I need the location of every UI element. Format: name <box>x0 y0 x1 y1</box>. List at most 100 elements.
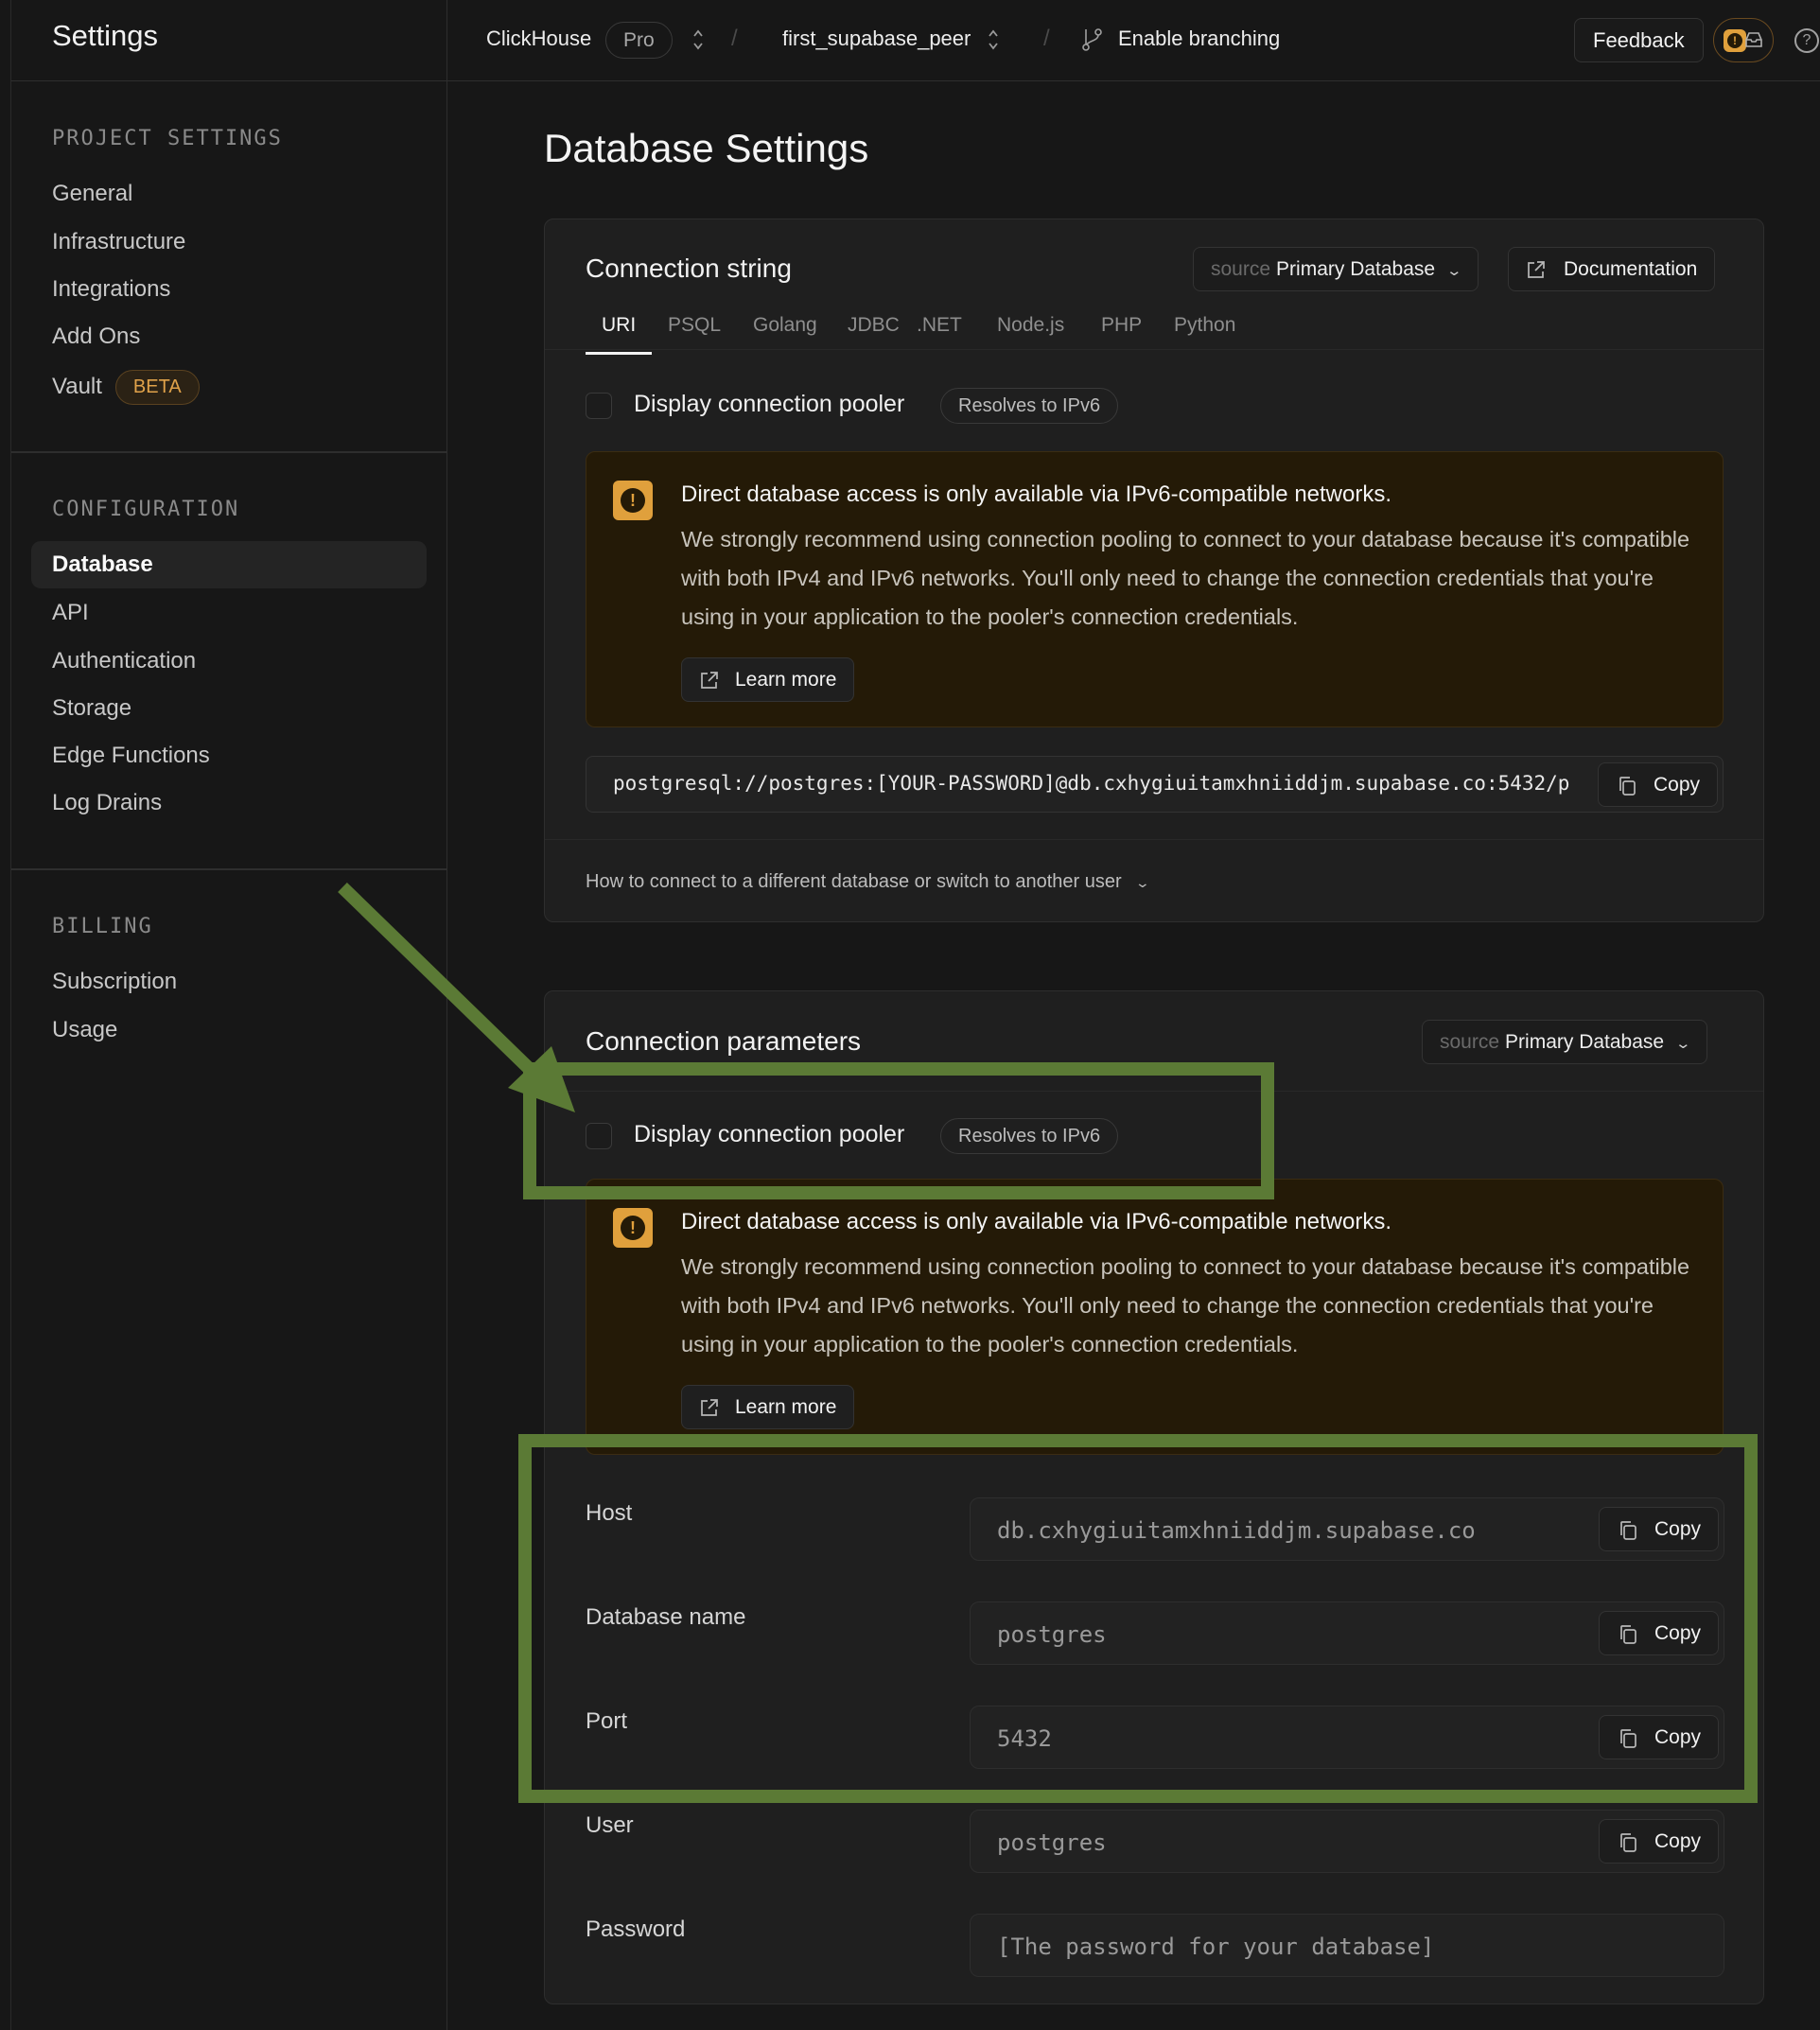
alert-icon: ! <box>1724 29 1746 52</box>
pooler-label: Display connection pooler <box>634 391 905 417</box>
learn-more-button[interactable]: Learn more <box>681 1385 855 1429</box>
sidebar-divider <box>11 868 446 870</box>
source-label: source <box>1211 258 1271 280</box>
tab-python[interactable]: Python <box>1174 314 1235 337</box>
sidebar-title: Settings <box>52 19 159 52</box>
divider <box>545 1091 1763 1092</box>
sidebar-item-api[interactable]: API <box>52 597 89 629</box>
external-link-icon <box>701 672 718 689</box>
plan-badge: Pro <box>605 22 673 59</box>
tab-psql[interactable]: PSQL <box>668 314 721 337</box>
copy-label: Copy <box>1653 774 1700 796</box>
sidebar-item-add-ons[interactable]: Add Ons <box>52 321 140 353</box>
password-label: Password <box>586 1916 686 1942</box>
sidebar-item-log-drains[interactable]: Log Drains <box>52 787 162 819</box>
pooler-label: Display connection pooler <box>634 1121 905 1147</box>
notifications-button[interactable]: ! <box>1713 18 1774 62</box>
breadcrumb-separator: / <box>1043 26 1050 51</box>
sidebar-item-label: Vault <box>52 373 102 399</box>
sidebar-item-general[interactable]: General <box>52 178 132 210</box>
tab-jdbc[interactable]: JDBC <box>848 314 900 337</box>
alert-icon: ! <box>613 481 653 520</box>
active-tab-indicator <box>586 352 652 355</box>
section-heading-billing: BILLING <box>52 915 153 938</box>
sidebar-item-usage[interactable]: Usage <box>52 1014 117 1046</box>
chevron-up-down-icon[interactable] <box>691 27 705 52</box>
beta-badge: BETA <box>114 370 200 405</box>
copy-button[interactable]: Copy <box>1598 1819 1719 1864</box>
connection-string-card: Connection string source Primary Database… <box>544 219 1764 922</box>
copy-label: Copy <box>1654 1830 1701 1852</box>
copy-button[interactable]: Copy <box>1598 1507 1719 1551</box>
source-select[interactable]: source Primary Database ⌄ <box>1193 247 1479 291</box>
project-name[interactable]: first_supabase_peer <box>782 26 971 51</box>
pooler-checkbox[interactable] <box>586 1123 612 1149</box>
source-value: Primary Database <box>1276 258 1436 280</box>
copy-button[interactable]: Copy <box>1598 1715 1719 1759</box>
documentation-button[interactable]: Documentation <box>1508 247 1716 291</box>
enable-branching-button[interactable]: Enable branching <box>1118 26 1280 51</box>
breadcrumb-separator: / <box>731 26 738 51</box>
chevron-down-icon: ⌄ <box>1674 1036 1692 1052</box>
copy-label: Copy <box>1654 1726 1701 1748</box>
copy-icon <box>1620 1833 1636 1852</box>
user-label: User <box>586 1812 634 1838</box>
tab-dotnet[interactable]: .NET <box>917 314 962 337</box>
user-field[interactable]: postgres Copy <box>970 1810 1724 1873</box>
documentation-label: Documentation <box>1564 258 1698 280</box>
howto-label: How to connect to a different database o… <box>586 871 1122 892</box>
sidebar-item-authentication[interactable]: Authentication <box>52 645 196 677</box>
chevron-up-down-icon[interactable] <box>987 27 1000 52</box>
warning-title: Direct database access is only available… <box>681 481 1392 507</box>
sidebar-item-infrastructure[interactable]: Infrastructure <box>52 226 185 258</box>
external-link-icon <box>701 1399 718 1416</box>
tab-uri[interactable]: URI <box>602 314 636 337</box>
feedback-button[interactable]: Feedback <box>1574 18 1704 62</box>
sidebar-item-storage[interactable]: Storage <box>52 692 131 725</box>
ipv6-warning: ! Direct database access is only availab… <box>586 451 1724 727</box>
copy-icon <box>1620 1625 1636 1644</box>
learn-more-label: Learn more <box>735 1396 837 1418</box>
pooler-checkbox[interactable] <box>586 393 612 419</box>
org-name[interactable]: ClickHouse <box>486 26 591 51</box>
copy-label: Copy <box>1654 1622 1701 1644</box>
password-field[interactable]: [The password for your database] <box>970 1914 1724 1977</box>
source-select[interactable]: source Primary Database ⌄ <box>1422 1020 1707 1064</box>
host-field[interactable]: db.cxhygiuitamxhniiddjm.supabase.co Copy <box>970 1497 1724 1561</box>
connection-uri: postgresql://postgres:[YOUR-PASSWORD]@db… <box>613 772 1570 795</box>
connection-parameters-card: Connection parameters source Primary Data… <box>544 990 1764 2004</box>
learn-more-label: Learn more <box>735 669 837 691</box>
copy-button[interactable]: Copy <box>1597 762 1718 807</box>
top-bar: ClickHouse Pro / first_supabase_peer / E… <box>447 0 1820 81</box>
port-field[interactable]: 5432 Copy <box>970 1706 1724 1769</box>
warning-body: We strongly recommend using connection p… <box>681 1254 1690 1356</box>
chevron-down-icon: ⌄ <box>1445 263 1463 279</box>
database-name-value: postgres <box>997 1621 1107 1648</box>
ipv6-badge: Resolves to IPv6 <box>940 388 1119 424</box>
tab-php[interactable]: PHP <box>1101 314 1142 337</box>
host-value: db.cxhygiuitamxhniiddjm.supabase.co <box>997 1517 1476 1544</box>
sidebar-header-divider <box>11 80 446 81</box>
howto-toggle[interactable]: How to connect to a different database o… <box>586 871 1150 893</box>
connection-uri-field[interactable]: postgresql://postgres:[YOUR-PASSWORD]@db… <box>586 756 1724 813</box>
user-value: postgres <box>997 1829 1107 1856</box>
sidebar: Settings PROJECT SETTINGS General Infras… <box>10 0 447 2030</box>
sidebar-item-subscription[interactable]: Subscription <box>52 966 177 998</box>
section-heading-configuration: CONFIGURATION <box>52 498 240 521</box>
inbox-icon <box>1744 31 1763 48</box>
sidebar-item-vault[interactable]: Vault BETA <box>52 370 200 405</box>
help-icon[interactable]: ? <box>1794 28 1819 53</box>
divider <box>545 349 1763 350</box>
database-name-field[interactable]: postgres Copy <box>970 1601 1724 1665</box>
source-value: Primary Database <box>1505 1031 1665 1053</box>
tab-nodejs[interactable]: Node.js <box>997 314 1064 337</box>
copy-button[interactable]: Copy <box>1598 1611 1719 1655</box>
sidebar-item-database[interactable]: Database <box>31 541 427 588</box>
git-branch-icon <box>1081 27 1104 52</box>
card-title: Connection string <box>586 254 792 283</box>
sidebar-item-integrations[interactable]: Integrations <box>52 273 170 306</box>
copy-icon <box>1620 1521 1636 1540</box>
sidebar-item-edge-functions[interactable]: Edge Functions <box>52 740 210 772</box>
learn-more-button[interactable]: Learn more <box>681 657 855 702</box>
tab-golang[interactable]: Golang <box>753 314 817 337</box>
